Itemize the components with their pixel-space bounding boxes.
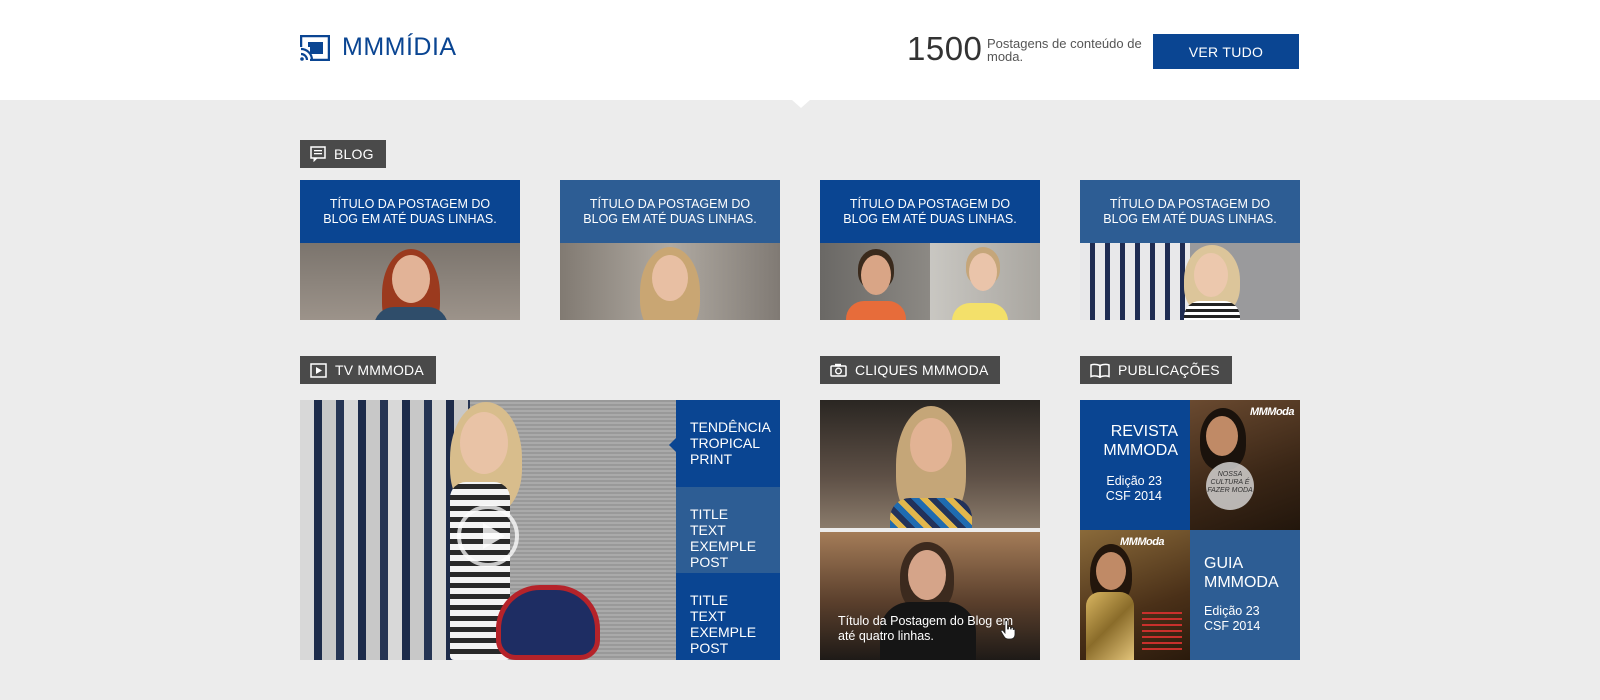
play-square-icon [310,362,327,378]
blog-card-image [300,243,520,320]
open-book-icon [1090,363,1110,378]
tv-playlist: TENDÊNCIA TROPICAL PRINT TITLE TEXT EXEM… [669,400,780,660]
blog-card[interactable]: TÍTULO DA POSTAGEM DO BLOG EM ATÉ DUAS L… [820,180,1040,320]
blog-card[interactable]: TÍTULO DA POSTAGEM DO BLOG EM ATÉ DUAS L… [560,180,780,320]
tv-playlist-item[interactable]: TENDÊNCIA TROPICAL PRINT [669,400,780,487]
clique-photo[interactable]: Título da Postagem do Blog em até quatro… [820,532,1040,660]
post-count-description: Postagens de conteúdo de moda. [987,36,1142,64]
hand-pointer-icon [1000,620,1016,640]
magazine-logo: MMModa [1249,406,1295,418]
blog-card-title: TÍTULO DA POSTAGEM DO BLOG EM ATÉ DUAS L… [1080,180,1300,243]
magazine-cover-guia[interactable]: MMModa [1080,530,1190,660]
blog-card-title: TÍTULO DA POSTAGEM DO BLOG EM ATÉ DUAS L… [820,180,1040,243]
magazine-cover-revista[interactable]: MMModa NOSSA CULTURA É FAZER MODA [1190,400,1300,530]
publication-edition: Edição 23 CSF 2014 [1204,604,1261,633]
blog-card-image [1080,243,1300,320]
blog-card-image [560,243,780,320]
cast-icon [300,34,330,61]
blog-card-title: TÍTULO DA POSTAGEM DO BLOG EM ATÉ DUAS L… [300,180,520,243]
publication-title: REVISTA MMMODA [1103,423,1178,459]
tv-video-panel: TENDÊNCIA TROPICAL PRINT TITLE TEXT EXEM… [300,400,780,660]
view-all-button[interactable]: VER TUDO [1153,34,1299,69]
cover-badge: NOSSA CULTURA É FAZER MODA [1206,462,1254,510]
clique-caption: Título da Postagem do Blog em até quatro… [838,614,1014,643]
section-label-text: TV MMMODA [335,362,424,378]
publication-guia[interactable]: GUIA MMMODA Edição 23 CSF 2014 [1190,530,1300,660]
blog-card[interactable]: TÍTULO DA POSTAGEM DO BLOG EM ATÉ DUAS L… [300,180,520,320]
publication-title: GUIA MMMODA [1204,555,1279,591]
post-count: 1500 [907,30,983,67]
tv-playlist-item[interactable]: TITLE TEXT EXEMPLE POST [676,573,780,660]
logo[interactable]: MMMÍDIA [300,33,457,62]
camera-icon [830,363,847,377]
section-label-publicacoes: PUBLICAÇÕES [1080,356,1232,384]
clique-photo[interactable] [820,400,1040,528]
section-label-text: BLOG [334,146,374,162]
publication-edition: Edição 23 CSF 2014 [1105,474,1162,503]
section-label-cliques: CLIQUES MMMODA [820,356,1001,384]
site-header: MMMÍDIA 1500 Postagens de conteúdo de mo… [0,0,1600,100]
blog-card-image [820,243,1040,320]
video-thumbnail[interactable] [300,400,676,660]
header-notch [792,100,810,108]
comment-icon [310,146,326,162]
section-label-text: PUBLICAÇÕES [1118,362,1220,378]
blog-card[interactable]: TÍTULO DA POSTAGEM DO BLOG EM ATÉ DUAS L… [1080,180,1300,320]
publication-revista[interactable]: REVISTA MMMODA Edição 23 CSF 2014 [1080,400,1190,530]
blog-card-title: TÍTULO DA POSTAGEM DO BLOG EM ATÉ DUAS L… [560,180,780,243]
section-label-tv: TV MMMODA [300,356,436,384]
magazine-logo: MMModa [1120,536,1165,548]
section-label-blog: BLOG [300,140,386,168]
tv-playlist-item[interactable]: TITLE TEXT EXEMPLE POST [676,486,780,574]
logo-text: MMMÍDIA [342,33,457,61]
play-button[interactable] [457,505,519,567]
section-label-text: CLIQUES MMMODA [855,362,989,378]
